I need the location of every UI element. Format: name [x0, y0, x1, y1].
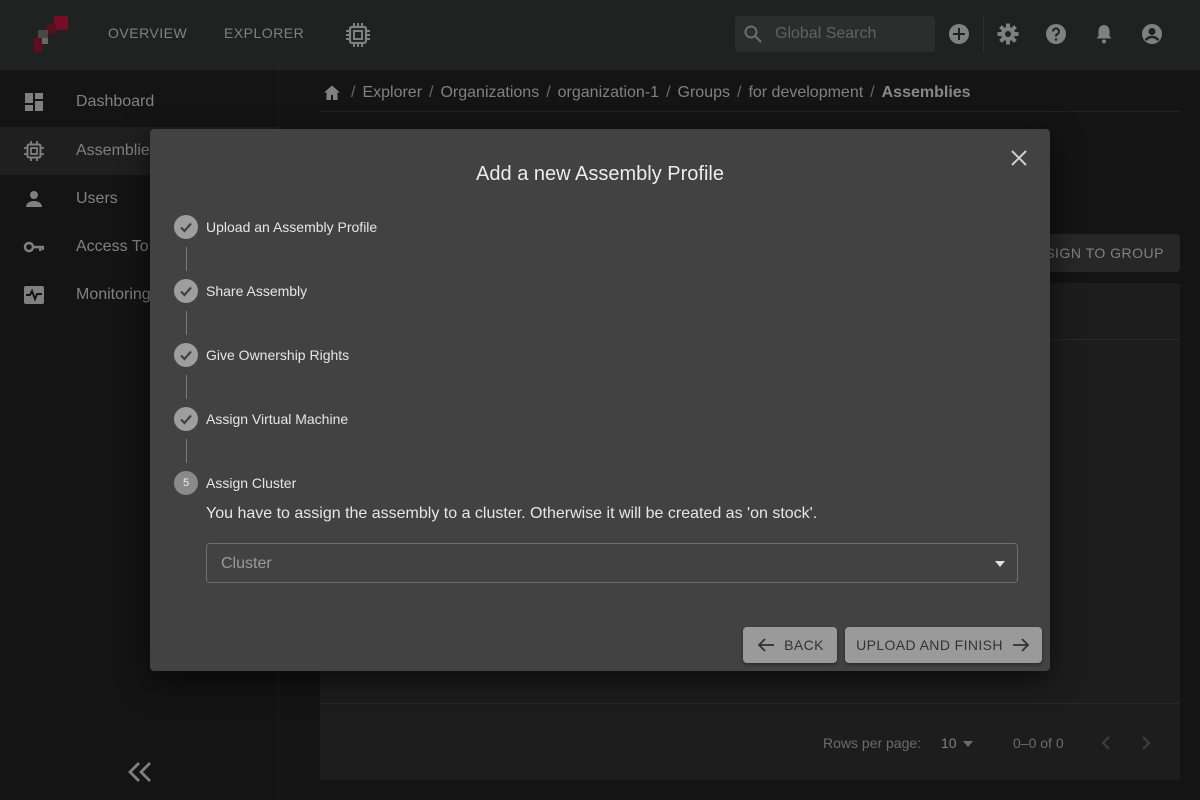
finish-button-label: UPLOAD AND FINISH: [856, 637, 1003, 653]
dialog-title: Add a new Assembly Profile: [476, 163, 724, 185]
check-icon: [180, 286, 192, 297]
back-button[interactable]: BACK: [743, 627, 837, 663]
close-icon[interactable]: [1008, 147, 1030, 169]
step-description: You have to assign the assembly to a clu…: [206, 505, 818, 522]
arrow-left-icon: [757, 638, 775, 652]
check-icon: [180, 222, 192, 233]
step-complete-badge: [174, 215, 198, 239]
step-complete-badge: [174, 407, 198, 431]
cluster-select[interactable]: Cluster: [206, 543, 1018, 583]
step-connector: [186, 439, 187, 463]
step-complete-badge: [174, 279, 198, 303]
back-button-label: BACK: [784, 637, 824, 653]
step-number-badge: 5: [174, 471, 198, 495]
arrow-right-icon: [1012, 638, 1030, 652]
check-icon: [180, 414, 192, 425]
step-complete-badge: [174, 343, 198, 367]
step-label: Share Assembly: [206, 283, 308, 299]
step-label: Assign Cluster: [206, 475, 297, 491]
chevron-down-icon: [995, 561, 1005, 567]
step-connector: [186, 247, 187, 271]
add-assembly-profile-dialog: Add a new Assembly Profile Upload an Ass…: [150, 129, 1050, 671]
step-label: Assign Virtual Machine: [206, 411, 349, 427]
step-label: Upload an Assembly Profile: [206, 219, 378, 235]
cluster-select-placeholder: Cluster: [221, 555, 272, 572]
step-label: Give Ownership Rights: [206, 347, 350, 363]
check-icon: [180, 350, 192, 361]
step-connector: [186, 375, 187, 399]
upload-and-finish-button[interactable]: UPLOAD AND FINISH: [845, 627, 1042, 663]
step-connector: [186, 311, 187, 335]
